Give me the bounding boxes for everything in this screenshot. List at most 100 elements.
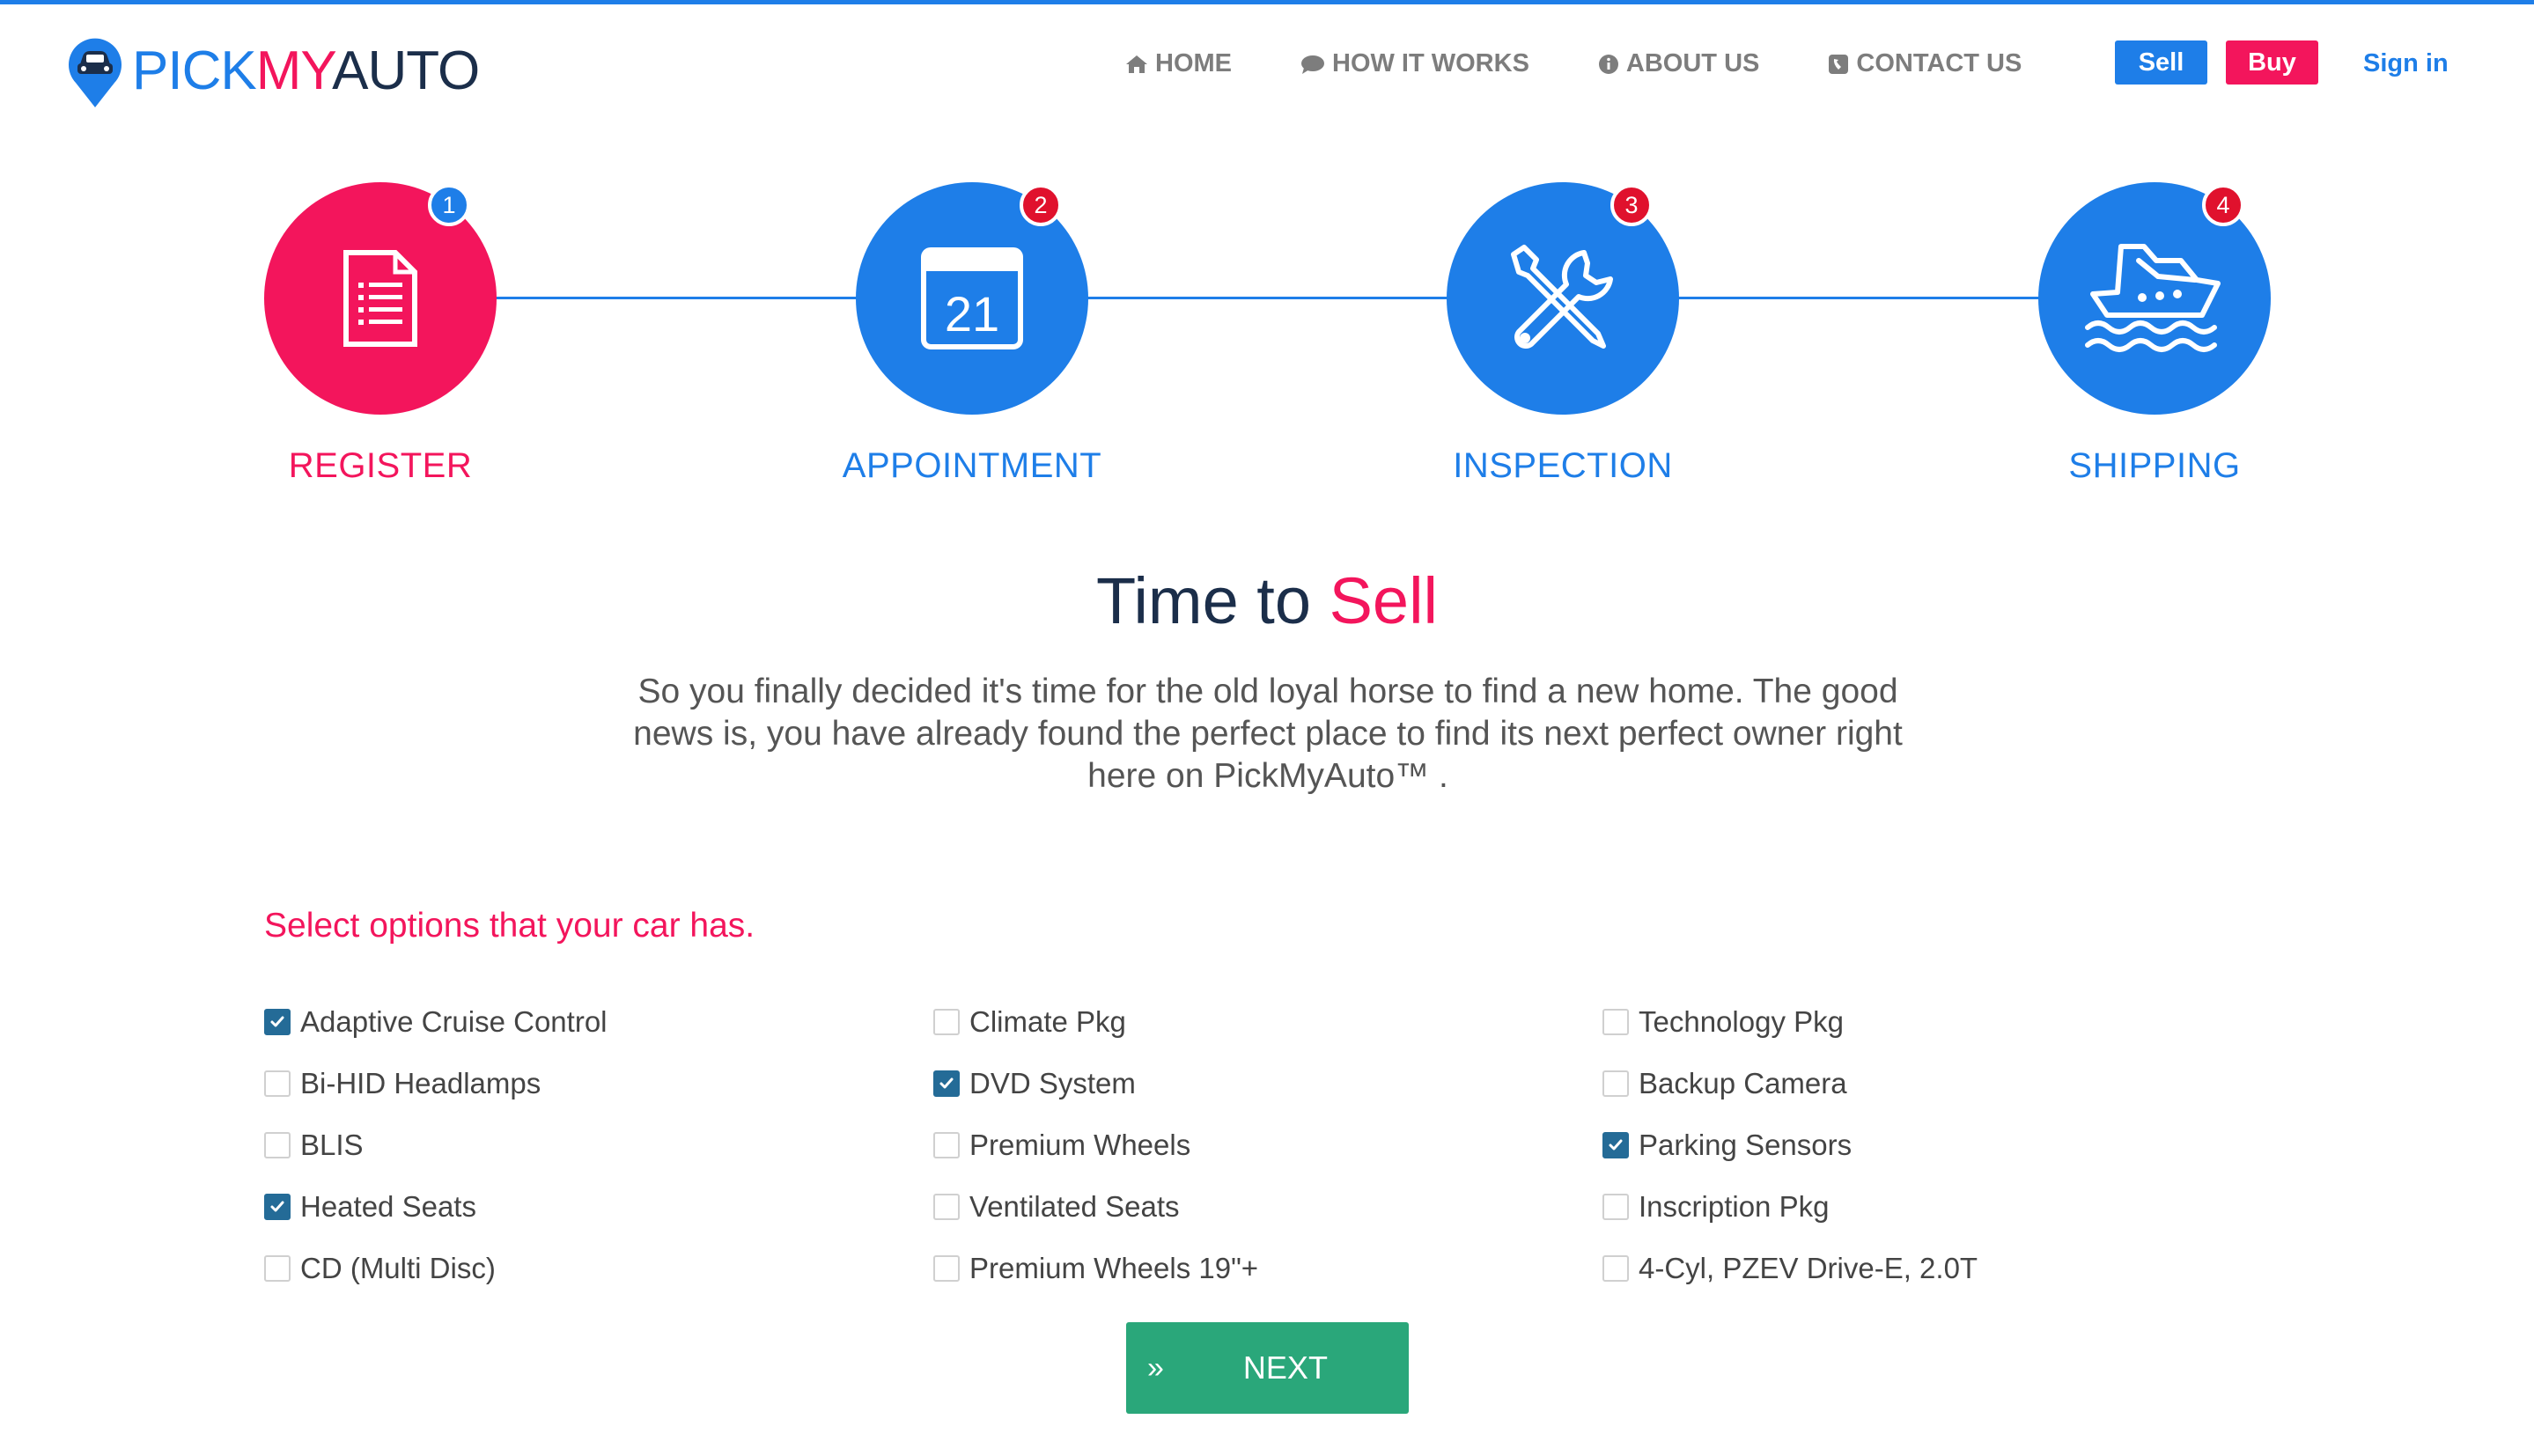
option-label: Premium Wheels 19"+ <box>969 1252 1259 1284</box>
options-title: Select options that your car has. <box>264 907 755 945</box>
tools-icon <box>1511 245 1613 349</box>
options-column-2: Climate Pkg DVD System Premium Wheels Ve… <box>933 991 1258 1299</box>
buy-button[interactable]: Buy <box>2226 40 2318 85</box>
checkbox[interactable] <box>264 1194 291 1220</box>
option-label: Bi-HID Headlamps <box>300 1067 541 1099</box>
option-blis[interactable]: BLIS <box>264 1114 608 1176</box>
top-accent-bar <box>0 0 2534 4</box>
option-label: Inscription Pkg <box>1639 1190 1830 1223</box>
logo-text-auto: AUTO <box>332 40 480 101</box>
check-icon <box>270 1016 284 1027</box>
step-register[interactable]: 1 REGISTER <box>264 182 497 485</box>
option-cd-multi-disc[interactable]: CD (Multi Disc) <box>264 1238 608 1299</box>
logo-text-pick: PICK <box>132 40 257 101</box>
nav-home[interactable]: HOME <box>1125 49 1232 78</box>
ship-icon <box>2085 244 2221 352</box>
intro-paragraph: So you finally decided it's time for the… <box>633 673 1903 795</box>
double-chevron-right-icon: » <box>1147 1350 1164 1385</box>
option-label: 4-Cyl, PZEV Drive-E, 2.0T <box>1639 1252 1978 1284</box>
checkbox[interactable] <box>1602 1255 1629 1282</box>
option-ventilated-seats[interactable]: Ventilated Seats <box>933 1176 1258 1238</box>
calendar-day-number: 21 <box>945 286 999 342</box>
step-circle: 3 <box>1447 182 1679 415</box>
option-label: Ventilated Seats <box>969 1190 1180 1223</box>
step-number-badge: 1 <box>428 184 470 226</box>
checkbox[interactable] <box>1602 1009 1629 1035</box>
checkbox[interactable] <box>264 1132 291 1158</box>
nav-home-label: HOME <box>1155 49 1232 77</box>
step-circle: 4 <box>2038 182 2271 415</box>
nav-how-it-works[interactable]: HOW IT WORKS <box>1300 49 1529 78</box>
info-icon <box>1598 54 1618 74</box>
options-column-3: Technology Pkg Backup Camera Parking Sen… <box>1602 991 1978 1299</box>
step-shipping[interactable]: 4 SHIPPING <box>2038 182 2271 485</box>
step-appointment[interactable]: 21 2 APPOINTMENT <box>843 182 1101 485</box>
nav-about-us-label: ABOUT US <box>1625 49 1760 77</box>
option-label: CD (Multi Disc) <box>300 1252 496 1284</box>
page-title-main: Time to <box>1096 564 1330 637</box>
document-icon <box>343 250 417 347</box>
check-icon <box>1609 1139 1623 1151</box>
checkbox[interactable] <box>264 1255 291 1282</box>
checkbox[interactable] <box>1602 1132 1629 1158</box>
option-heated-seats[interactable]: Heated Seats <box>264 1176 608 1238</box>
option-parking-sensors[interactable]: Parking Sensors <box>1602 1114 1978 1176</box>
option-bi-hid-headlamps[interactable]: Bi-HID Headlamps <box>264 1053 608 1114</box>
step-label: INSPECTION <box>1453 446 1673 485</box>
step-number-badge: 2 <box>1020 184 1062 226</box>
checkbox[interactable] <box>1602 1194 1629 1220</box>
car-pin-icon <box>69 38 122 107</box>
checkbox[interactable] <box>1602 1070 1629 1097</box>
nav-about-us[interactable]: ABOUT US <box>1598 49 1759 78</box>
option-label: Parking Sensors <box>1639 1129 1853 1161</box>
logo[interactable]: PICKMYAUTO <box>67 33 480 109</box>
option-technology-pkg[interactable]: Technology Pkg <box>1602 991 1978 1053</box>
option-4-cyl-pzev[interactable]: 4-Cyl, PZEV Drive-E, 2.0T <box>1602 1238 1978 1299</box>
check-icon <box>939 1077 954 1089</box>
checkbox[interactable] <box>933 1009 960 1035</box>
step-circle: 21 2 <box>856 182 1088 415</box>
checkbox[interactable] <box>264 1009 291 1035</box>
phone-icon <box>1829 54 1849 74</box>
checkbox[interactable] <box>933 1132 960 1158</box>
sign-in-link[interactable]: Sign in <box>2363 49 2449 78</box>
step-inspection[interactable]: 3 INSPECTION <box>1447 182 1679 485</box>
option-dvd-system[interactable]: DVD System <box>933 1053 1258 1114</box>
step-label: SHIPPING <box>2068 446 2241 485</box>
option-label: Technology Pkg <box>1639 1005 1844 1038</box>
page-title-accent: Sell <box>1329 564 1438 637</box>
logo-text-my: MY <box>255 40 333 101</box>
option-climate-pkg[interactable]: Climate Pkg <box>933 991 1258 1053</box>
nav-how-it-works-label: HOW IT WORKS <box>1332 49 1529 77</box>
option-label: BLIS <box>300 1129 364 1161</box>
steps-connector-line <box>380 297 2159 299</box>
option-label: Heated Seats <box>300 1190 476 1223</box>
calendar-icon: 21 <box>921 247 1023 349</box>
chat-icon <box>1301 55 1324 74</box>
option-label: DVD System <box>969 1067 1136 1099</box>
option-label: Premium Wheels <box>969 1129 1191 1161</box>
sell-button[interactable]: Sell <box>2115 40 2207 85</box>
home-icon <box>1126 55 1147 73</box>
step-number-badge: 4 <box>2202 184 2244 226</box>
step-circle: 1 <box>264 182 497 415</box>
checkbox[interactable] <box>933 1070 960 1097</box>
logo-text: PICKMYAUTO <box>132 44 480 99</box>
option-premium-wheels[interactable]: Premium Wheels <box>933 1114 1258 1176</box>
step-label: REGISTER <box>288 446 473 485</box>
nav-contact-us[interactable]: CONTACT US <box>1828 49 2022 78</box>
option-inscription-pkg[interactable]: Inscription Pkg <box>1602 1176 1978 1238</box>
option-label: Adaptive Cruise Control <box>300 1005 608 1038</box>
page-title: Time to Sell <box>0 563 2534 638</box>
check-icon <box>270 1201 284 1212</box>
checkbox[interactable] <box>933 1255 960 1282</box>
next-button[interactable]: » NEXT <box>1126 1322 1409 1414</box>
option-adaptive-cruise-control[interactable]: Adaptive Cruise Control <box>264 991 608 1053</box>
option-backup-camera[interactable]: Backup Camera <box>1602 1053 1978 1114</box>
option-label: Backup Camera <box>1639 1067 1847 1099</box>
step-number-badge: 3 <box>1610 184 1653 226</box>
next-button-label: NEXT <box>1242 1349 1328 1386</box>
option-premium-wheels-19[interactable]: Premium Wheels 19"+ <box>933 1238 1258 1299</box>
checkbox[interactable] <box>933 1194 960 1220</box>
checkbox[interactable] <box>264 1070 291 1097</box>
